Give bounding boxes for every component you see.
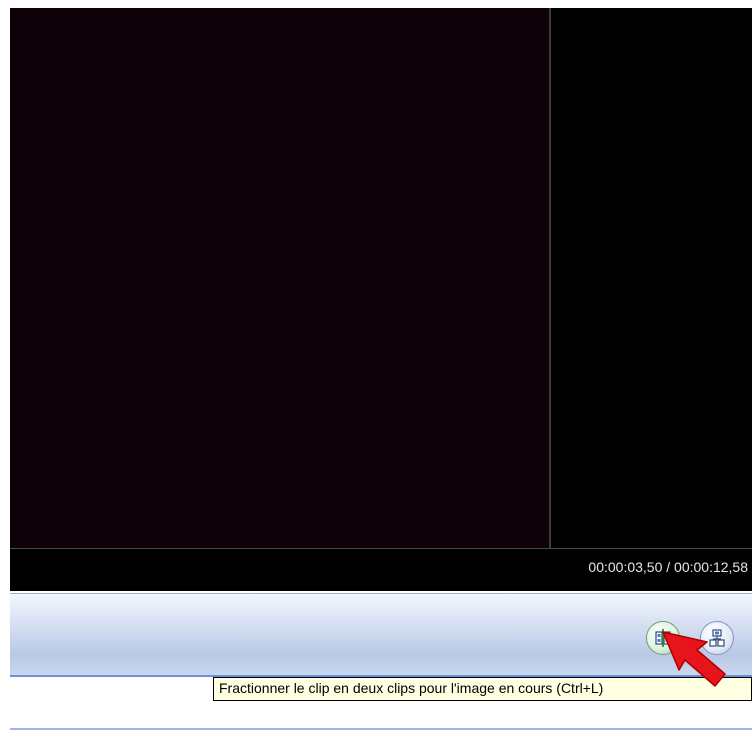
playback-controls bbox=[10, 593, 752, 677]
panel-divider bbox=[10, 728, 752, 730]
time-bar: 00:00:03,50 / 00:00:12,58 bbox=[10, 548, 752, 591]
video-frame bbox=[10, 8, 549, 548]
preview-divider bbox=[549, 8, 551, 548]
time-display: 00:00:03,50 / 00:00:12,58 bbox=[588, 559, 748, 575]
red-arrow-cursor-icon bbox=[662, 631, 726, 687]
video-preview bbox=[10, 8, 752, 548]
